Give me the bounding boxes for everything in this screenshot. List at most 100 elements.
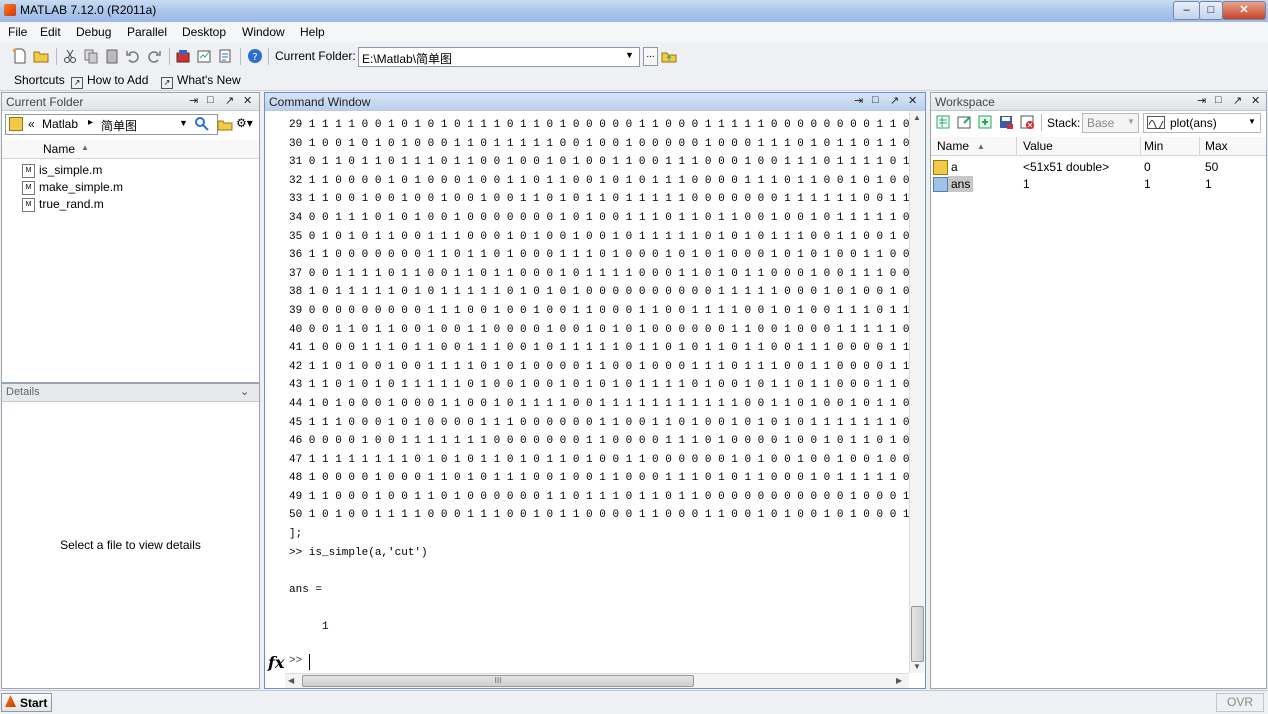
details-panel: Details ⌄ Select a file to view details (1, 383, 260, 689)
current-folder-title: Current Folder (6, 95, 84, 109)
minimize-button[interactable]: – (1173, 1, 1200, 20)
workspace-title: Workspace (935, 95, 995, 109)
browse-folder-button[interactable]: ... (643, 47, 658, 66)
menu-parallel[interactable]: Parallel (127, 25, 167, 39)
scroll-down-arrow-icon[interactable]: ▼ (913, 662, 921, 671)
menu-file[interactable]: File (8, 25, 27, 39)
path-root[interactable]: Matlab (42, 117, 78, 131)
open-folder-icon[interactable] (33, 48, 49, 64)
pin-icon[interactable]: ↗ (890, 94, 899, 107)
workspace-header: Workspace ⇥ □ ↗ ✕ (931, 93, 1266, 111)
window-title: MATLAB 7.12.0 (R2011a) (20, 3, 157, 17)
fx-icon[interactable]: fx (268, 653, 284, 672)
maximize-panel-icon[interactable]: □ (1215, 94, 1222, 106)
table-row[interactable]: a <51x51 double> 0 50 (931, 159, 1266, 175)
command-line: 34 0 0 1 1 1 0 1 0 1 0 0 1 0 0 0 0 0 0 0… (289, 211, 909, 224)
scalar-variable-icon (933, 177, 948, 192)
help-icon[interactable]: ? (247, 48, 263, 64)
path-leaf[interactable]: 简单图 (101, 117, 137, 134)
current-folder-field[interactable]: E:\Matlab\简单图 ▼ (358, 47, 640, 67)
menu-edit[interactable]: Edit (40, 25, 61, 39)
menu-window[interactable]: Window (242, 25, 285, 39)
shortcut-arrow-icon: ↗ (71, 77, 83, 89)
horizontal-scrollbar[interactable]: ◀ III ▶ (285, 673, 909, 688)
close-button[interactable]: ✕ (1222, 1, 1266, 20)
new-file-icon[interactable] (12, 48, 28, 64)
cut-icon[interactable] (62, 48, 78, 64)
copy-icon[interactable] (83, 48, 99, 64)
undock-icon[interactable]: ⇥ (854, 94, 863, 107)
command-output[interactable]: 29 1 1 1 1 0 0 1 0 1 0 1 0 1 1 1 0 1 1 0… (289, 116, 909, 666)
undock-icon[interactable]: ⇥ (1197, 94, 1206, 107)
import-data-icon[interactable] (977, 114, 993, 130)
chevron-down-icon[interactable]: ▼ (179, 118, 188, 128)
max-column-header[interactable]: Max (1205, 139, 1228, 153)
folder-up-icon[interactable] (217, 116, 233, 132)
status-bar: Start OVR (0, 690, 1268, 714)
folder-path-bar[interactable]: « Matlab ▸ 简单图 ▼ (5, 114, 218, 135)
chevron-down-icon[interactable]: ⌄ (240, 385, 249, 398)
details-header[interactable]: Details ⌄ (2, 384, 259, 402)
value-column-header[interactable]: Value (1023, 139, 1053, 153)
name-column-header[interactable]: Name (43, 142, 75, 156)
folder-up-icon[interactable] (661, 48, 677, 64)
file-list-header[interactable]: Name ▲ (2, 140, 259, 159)
plot-selector[interactable]: plot(ans) ▼ (1143, 113, 1261, 133)
chevron-down-icon[interactable]: ▼ (625, 50, 634, 60)
min-column-header[interactable]: Min (1144, 139, 1163, 153)
redo-icon[interactable] (146, 48, 162, 64)
scroll-left-arrow-icon[interactable]: ◀ (288, 676, 294, 685)
details-title: Details (6, 386, 40, 398)
close-panel-icon[interactable]: ✕ (1251, 94, 1260, 107)
menu-debug[interactable]: Debug (76, 25, 111, 39)
whats-new-link[interactable]: ↗ What's New (161, 73, 241, 89)
pin-icon[interactable]: ↗ (225, 94, 234, 107)
command-window-title: Command Window (269, 95, 371, 109)
undo-icon[interactable] (125, 48, 141, 64)
close-panel-icon[interactable]: ✕ (908, 94, 917, 107)
variable-min: 1 (1144, 177, 1151, 191)
chevron-down-icon[interactable]: ▼ (1248, 117, 1256, 126)
pin-icon[interactable]: ↗ (1233, 94, 1242, 107)
delete-variable-icon[interactable] (1019, 114, 1035, 130)
plot-label: plot(ans) (1170, 116, 1217, 130)
scroll-up-arrow-icon[interactable]: ▲ (913, 113, 921, 122)
maximize-panel-icon[interactable]: □ (207, 94, 214, 106)
command-line: 30 1 0 0 1 0 1 0 1 0 0 0 1 1 0 1 1 1 1 1… (289, 137, 909, 150)
command-line (289, 562, 909, 581)
current-folder-label: Current Folder: (275, 49, 356, 63)
command-line: 50 1 0 1 0 0 1 1 1 1 0 0 0 1 1 1 0 0 1 0… (289, 509, 909, 522)
menu-bar: File Edit Debug Parallel Desktop Window … (0, 22, 1268, 42)
gear-icon[interactable]: ⚙▾ (236, 116, 253, 130)
table-row[interactable]: ans 1 1 1 (931, 176, 1266, 192)
open-variable-icon[interactable] (956, 114, 972, 130)
scroll-right-arrow-icon[interactable]: ▶ (896, 676, 902, 685)
menu-desktop[interactable]: Desktop (182, 25, 226, 39)
guide-icon[interactable] (196, 48, 212, 64)
maximize-panel-icon[interactable]: □ (872, 94, 879, 106)
m-file-icon: M (22, 164, 35, 178)
start-button[interactable]: Start (1, 693, 52, 712)
undock-icon[interactable]: ⇥ (189, 94, 198, 107)
vertical-scroll-thumb[interactable] (911, 606, 924, 662)
text-cursor (309, 654, 310, 670)
command-line (289, 637, 909, 656)
svg-text:?: ? (252, 52, 257, 63)
close-panel-icon[interactable]: ✕ (243, 94, 252, 107)
stack-select[interactable]: Base ▼ (1082, 113, 1139, 133)
command-line: 35 0 1 0 1 0 1 1 0 0 1 1 1 0 0 0 1 0 1 0… (289, 230, 909, 243)
name-column-header[interactable]: Name (937, 139, 969, 153)
save-workspace-icon[interactable] (998, 114, 1014, 130)
search-icon[interactable] (194, 116, 210, 132)
paste-icon[interactable] (104, 48, 120, 64)
command-line: 48 1 0 0 0 0 1 0 0 0 1 1 0 1 0 1 1 1 0 0… (289, 472, 909, 485)
horizontal-scroll-thumb[interactable]: III (302, 675, 694, 687)
how-to-add-link[interactable]: ↗ How to Add (71, 73, 148, 89)
path-prefix[interactable]: « (28, 117, 35, 131)
maximize-button[interactable]: □ (1199, 1, 1223, 20)
vertical-scrollbar[interactable]: ▲ ▼ (909, 111, 924, 673)
new-variable-icon[interactable] (935, 114, 951, 130)
profiler-icon[interactable] (217, 48, 233, 64)
menu-help[interactable]: Help (300, 25, 325, 39)
simulink-icon[interactable] (175, 48, 191, 64)
